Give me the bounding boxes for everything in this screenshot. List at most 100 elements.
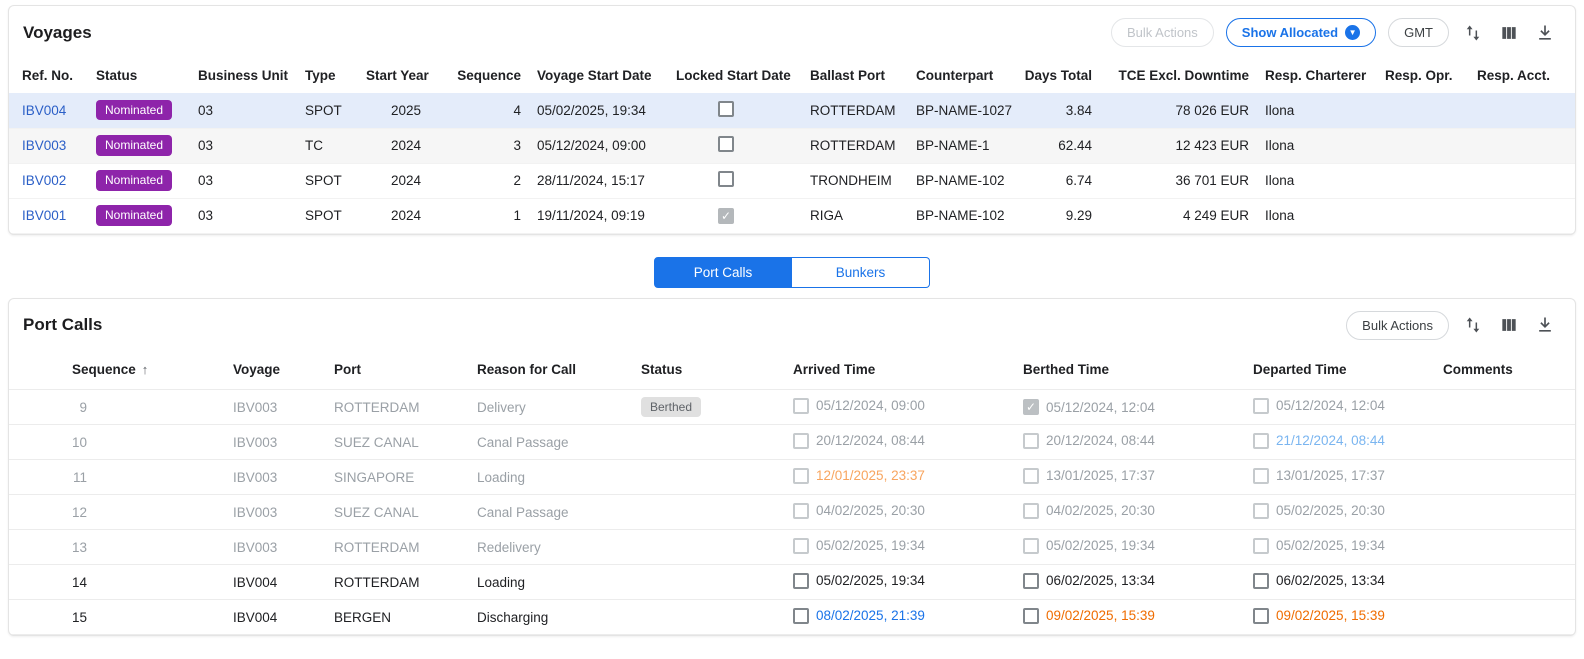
sort-icon[interactable] [1461,21,1485,45]
voyages-column-header[interactable]: Resp. Opr. [1377,57,1469,93]
voyages-toolbar: Bulk Actions Show Allocated ▼ GMT [1111,18,1557,47]
departed-time-checkbox[interactable] [1253,398,1269,414]
voyage-start-date: 05/02/2025, 19:34 [529,93,668,128]
port-call-voyage: IBV003 [225,495,326,530]
locked-start-date-checkbox[interactable] [718,136,734,152]
voyages-column-header[interactable]: Ref. No. [9,57,88,93]
voyage-ref-link[interactable]: IBV001 [22,208,66,223]
locked-start-date-checkbox[interactable] [718,171,734,187]
berthed-time-checkbox[interactable] [1023,538,1039,554]
port-calls-card-header: Port Calls Bulk Actions [9,299,1575,350]
departed-time-value: 13/01/2025, 17:37 [1276,468,1385,483]
port-calls-column-header[interactable]: Arrived Time [785,350,1015,390]
voyages-column-header[interactable]: Status [88,57,190,93]
arrived-time-checkbox[interactable] [793,608,809,624]
departed-time-checkbox[interactable] [1253,468,1269,484]
voyage-ref-link[interactable]: IBV002 [22,173,66,188]
port-call-row[interactable]: 12 IBV003 SUEZ CANAL Canal Passage 04/02… [9,495,1575,530]
voyages-card: Voyages Bulk Actions Show Allocated ▼ GM… [8,5,1576,235]
voyage-business-unit: 03 [190,93,297,128]
tab-bunkers[interactable]: Bunkers [792,257,930,288]
berthed-time-checkbox[interactable] [1023,468,1039,484]
columns-icon[interactable] [1497,21,1521,45]
voyage-locked-cell [668,128,802,163]
voyages-column-header[interactable]: Business Unit [190,57,297,93]
port-call-row[interactable]: 11 IBV003 SINGAPORE Loading 12/01/2025, … [9,460,1575,495]
tab-port-calls[interactable]: Port Calls [654,257,792,288]
gmt-button[interactable]: GMT [1388,18,1449,47]
port-call-row[interactable]: 14 IBV004 ROTTERDAM Loading 05/02/2025, … [9,565,1575,600]
voyages-column-header[interactable]: Resp. Charterer [1257,57,1377,93]
voyage-ref-link[interactable]: IBV004 [22,103,66,118]
voyage-ballast-port: ROTTERDAM [802,93,908,128]
port-call-row[interactable]: 15 IBV004 BERGEN Discharging 08/02/2025,… [9,600,1575,635]
arrived-time-checkbox[interactable] [793,538,809,554]
berthed-time-checkbox[interactable] [1023,573,1039,589]
port-calls-column-header[interactable]: Berthed Time [1015,350,1245,390]
voyage-row[interactable]: IBV004 Nominated 03 SPOT 2025 4 05/02/20… [9,93,1575,128]
voyages-column-header[interactable]: Type [297,57,358,93]
columns-icon[interactable] [1497,313,1521,337]
arrived-time-checkbox[interactable] [793,468,809,484]
port-call-row[interactable]: 13 IBV003 ROTTERDAM Redelivery 05/02/202… [9,530,1575,565]
sort-icon[interactable] [1461,313,1485,337]
departed-time-checkbox[interactable] [1253,573,1269,589]
locked-start-date-checkbox[interactable] [718,101,734,117]
voyages-column-header[interactable]: Resp. Acct. [1469,57,1575,93]
arrived-time-checkbox[interactable] [793,398,809,414]
voyages-column-header[interactable]: Voyage Start Date [529,57,668,93]
voyage-row[interactable]: IBV003 Nominated 03 TC 2024 3 05/12/2024… [9,128,1575,163]
locked-start-date-checkbox[interactable]: ✓ [718,208,734,224]
berthed-time-checkbox[interactable]: ✓ [1023,399,1039,415]
voyages-column-header[interactable]: Sequence [429,57,529,93]
departed-time-checkbox[interactable] [1253,503,1269,519]
port-call-row[interactable]: 9 IBV003 ROTTERDAM Delivery Berthed 05/1… [9,390,1575,425]
voyages-column-header[interactable]: Days Total [1014,57,1100,93]
voyage-type: TC [297,128,358,163]
port-calls-column-header[interactable]: Departed Time [1245,350,1435,390]
port-call-row[interactable]: 10 IBV003 SUEZ CANAL Canal Passage 20/12… [9,425,1575,460]
download-icon[interactable] [1533,21,1557,45]
bulk-actions-button[interactable]: Bulk Actions [1346,311,1449,340]
port-call-sequence: 15 [9,600,225,635]
voyage-row[interactable]: IBV002 Nominated 03 SPOT 2024 2 28/11/20… [9,163,1575,198]
departed-time-value: 05/12/2024, 12:04 [1276,398,1385,413]
departed-time-checkbox[interactable] [1253,433,1269,449]
show-allocated-button[interactable]: Show Allocated ▼ [1226,18,1376,47]
voyage-status-cell: Nominated [88,198,190,233]
voyages-column-header[interactable]: Locked Start Date [668,57,802,93]
arrived-time-value: 05/02/2025, 19:34 [816,573,925,588]
berthed-time-checkbox[interactable] [1023,433,1039,449]
download-icon[interactable] [1533,313,1557,337]
voyages-column-header[interactable]: Counterpart [908,57,1014,93]
voyage-row[interactable]: IBV001 Nominated 03 SPOT 2024 1 19/11/20… [9,198,1575,233]
port-calls-column-header[interactable]: Reason for Call [469,350,633,390]
voyages-column-header[interactable]: TCE Excl. Downtime [1100,57,1257,93]
port-calls-column-header[interactable]: Sequence↑ [9,350,225,390]
voyage-start-year: 2024 [358,163,429,198]
voyage-days-total: 9.29 [1014,198,1100,233]
port-call-port: ROTTERDAM [326,390,469,425]
voyages-column-header[interactable]: Start Year [358,57,429,93]
port-calls-column-header[interactable]: Status [633,350,785,390]
berthed-time-checkbox[interactable] [1023,503,1039,519]
arrived-time-checkbox[interactable] [793,573,809,589]
berthed-time-value: 04/02/2025, 20:30 [1046,503,1155,518]
voyages-column-header[interactable]: Ballast Port [802,57,908,93]
berthed-time-checkbox[interactable] [1023,608,1039,624]
port-call-reason: Canal Passage [469,425,633,460]
port-calls-column-header[interactable]: Port [326,350,469,390]
status-badge: Nominated [96,170,172,190]
voyage-status-cell: Nominated [88,163,190,198]
voyage-status-cell: Nominated [88,128,190,163]
voyage-ref-link[interactable]: IBV003 [22,138,66,153]
arrived-time-checkbox[interactable] [793,433,809,449]
departed-time-checkbox[interactable] [1253,608,1269,624]
departed-time-checkbox[interactable] [1253,538,1269,554]
port-calls-column-header[interactable]: Voyage [225,350,326,390]
voyage-start-year: 2025 [358,93,429,128]
bulk-actions-button[interactable]: Bulk Actions [1111,18,1214,47]
voyage-resp-charterer: Ilona [1257,93,1377,128]
arrived-time-checkbox[interactable] [793,503,809,519]
port-calls-column-header[interactable]: Comments [1435,350,1575,390]
